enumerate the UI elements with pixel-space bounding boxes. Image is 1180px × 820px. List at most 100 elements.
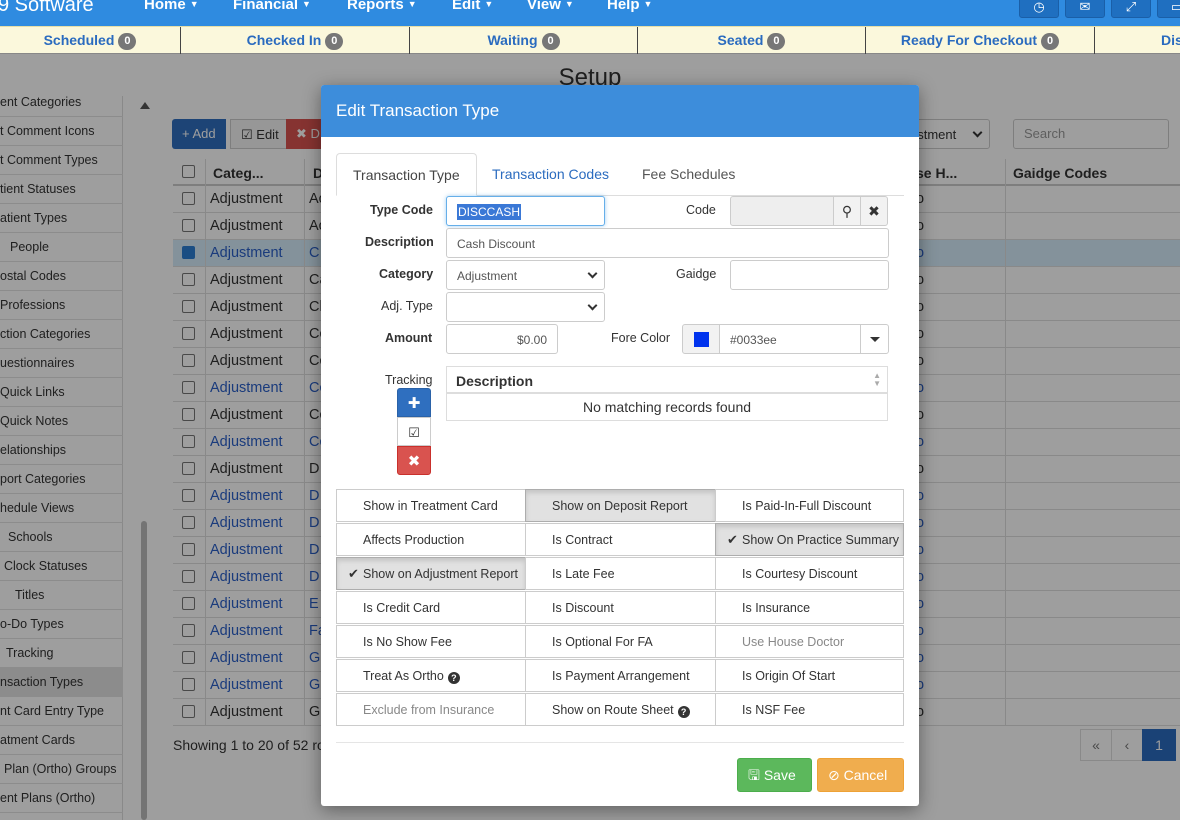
dialog-tabs: Transaction Type Transaction Codes Fee S… (336, 153, 904, 196)
tracking-edit-button[interactable]: ☑ (397, 417, 431, 446)
option-label: Is Origin Of Start (742, 669, 836, 683)
status-checked-in[interactable]: Checked In 0 (181, 27, 410, 54)
nav-reports-label: Reports (347, 0, 404, 13)
status-label: Checked In (246, 32, 322, 48)
color-swatch-fill (694, 332, 709, 347)
option-toggle[interactable]: Is Payment Arrangement (525, 659, 716, 692)
status-label: Dis (1161, 32, 1180, 48)
nav-view[interactable]: View ▼ (527, 0, 574, 13)
option-toggle[interactable]: Use House Doctor (715, 625, 904, 658)
category-value: Adjustment (457, 269, 518, 283)
brand-logo[interactable]: 9 Software (0, 0, 94, 17)
tracking-delete-button[interactable]: ✖ (397, 446, 431, 475)
gaidge-input[interactable] (730, 260, 889, 290)
type-code-input[interactable]: DISCCASH (446, 196, 605, 226)
tracking-add-button[interactable]: ✚ (397, 388, 431, 417)
option-label: Exclude from Insurance (363, 703, 495, 717)
status-label: Ready For Checkout (900, 32, 1038, 48)
clear-icon[interactable]: ✖ (860, 196, 888, 226)
option-label: Show on Route Sheet (552, 703, 674, 717)
option-toggle[interactable]: Show on Route Sheet? (525, 693, 716, 726)
amount-label: Amount (385, 331, 433, 345)
edit-icon: ☑ (408, 425, 420, 440)
check-icon: ✔ (348, 566, 359, 581)
option-label: Is Credit Card (363, 601, 441, 615)
option-toggle[interactable]: Show in Treatment Card (336, 489, 526, 522)
option-label: Is Contract (552, 533, 613, 547)
nav-edit[interactable]: Edit ▼ (452, 0, 493, 13)
status-label: Waiting (487, 32, 538, 48)
check-icon: ✔ (727, 532, 738, 547)
save-button[interactable]: 🖫 Save (737, 758, 812, 792)
option-toggle[interactable]: Affects Production (336, 523, 526, 556)
search-icon[interactable]: ⚲ (833, 196, 861, 226)
description-input[interactable]: Cash Discount (446, 228, 889, 258)
tab-transaction-type[interactable]: Transaction Type (336, 153, 477, 196)
status-dismissed[interactable]: Dis (1095, 27, 1180, 54)
tab-transaction-codes[interactable]: Transaction Codes (476, 153, 625, 196)
option-toggle[interactable]: Is Credit Card (336, 591, 526, 624)
help-icon[interactable]: ? (677, 706, 690, 718)
option-toggle[interactable]: Show on Deposit Report (525, 489, 716, 522)
cancel-button[interactable]: ⊘ Cancel (817, 758, 904, 792)
caret-down-icon: ▼ (484, 0, 494, 9)
category-label: Category (379, 267, 434, 281)
mail-icon[interactable]: ✉ (1065, 0, 1105, 18)
delete-icon: ✖ (407, 453, 421, 470)
fore-color-label: Fore Color (611, 331, 671, 345)
save-icon: 🖫 (748, 767, 764, 783)
adj-type-label: Adj. Type (381, 299, 433, 313)
nav-financial[interactable]: Financial ▼ (233, 0, 311, 13)
nav-reports[interactable]: Reports ▼ (347, 0, 417, 13)
expand-icon[interactable]: ⤢ (1111, 0, 1151, 18)
status-count-badge: 0 (1041, 33, 1060, 50)
nav-edit-label: Edit (452, 0, 481, 13)
edit-transaction-type-dialog: Edit Transaction Type Transaction Type T… (321, 85, 919, 806)
option-toggle[interactable]: ✔ Show On Practice Summary (715, 523, 904, 556)
color-swatch[interactable] (682, 324, 720, 354)
color-dropdown-button[interactable] (860, 324, 889, 354)
status-count-badge: 0 (541, 33, 560, 50)
tab-fee-schedules[interactable]: Fee Schedules (626, 153, 751, 196)
option-toggle[interactable]: Is Courtesy Discount (715, 557, 904, 590)
option-toggle[interactable]: Is Optional For FA (525, 625, 716, 658)
option-label: Show On Practice Summary (742, 533, 899, 547)
cancel-icon: ⊘ (828, 767, 844, 783)
option-toggle[interactable]: ✔ Show on Adjustment Report (336, 557, 526, 590)
nav-home[interactable]: Home ▼ (144, 0, 199, 13)
option-toggle[interactable]: Is NSF Fee (715, 693, 904, 726)
status-seated[interactable]: Seated 0 (638, 27, 866, 54)
fore-color-input[interactable]: #0033ee (719, 324, 861, 354)
dialog-title: Edit Transaction Type (321, 85, 919, 137)
nav-help[interactable]: Help ▼ (607, 0, 652, 13)
option-label: Is NSF Fee (742, 703, 806, 717)
status-ready-for-checkout[interactable]: Ready For Checkout 0 (866, 27, 1095, 54)
clock-icon[interactable]: ◷ (1019, 0, 1059, 18)
option-label: Show in Treatment Card (363, 499, 498, 513)
option-toggle[interactable]: Is Discount (525, 591, 716, 624)
caret-down-icon (870, 337, 880, 342)
option-toggle[interactable]: Is Insurance (715, 591, 904, 624)
help-icon[interactable]: ? (447, 672, 460, 684)
option-label: Is Payment Arrangement (552, 669, 690, 683)
option-label: Is Optional For FA (552, 635, 653, 649)
amount-input[interactable]: $0.00 (446, 324, 558, 354)
option-toggle[interactable]: Treat As Ortho? (336, 659, 526, 692)
option-toggle[interactable]: Exclude from Insurance (336, 693, 526, 726)
option-toggle[interactable]: Is Contract (525, 523, 716, 556)
option-label: Show on Deposit Report (552, 499, 688, 513)
chevron-down-icon (587, 268, 598, 279)
option-toggle[interactable]: Is Paid-In-Full Discount (715, 489, 904, 522)
code-input[interactable] (730, 196, 834, 226)
option-toggle[interactable]: Is Late Fee (525, 557, 716, 590)
option-label: Affects Production (363, 533, 465, 547)
option-label: Is No Show Fee (363, 635, 452, 649)
option-toggle[interactable]: Is Origin Of Start (715, 659, 904, 692)
window-icon[interactable]: ▭ (1157, 0, 1180, 18)
adj-type-select[interactable] (446, 292, 605, 322)
status-scheduled[interactable]: Scheduled 0 (0, 27, 181, 54)
category-select[interactable]: Adjustment (446, 260, 605, 290)
tracking-col-description[interactable]: Description ▲ ▼ (447, 367, 887, 394)
status-waiting[interactable]: Waiting 0 (410, 27, 638, 54)
option-toggle[interactable]: Is No Show Fee (336, 625, 526, 658)
